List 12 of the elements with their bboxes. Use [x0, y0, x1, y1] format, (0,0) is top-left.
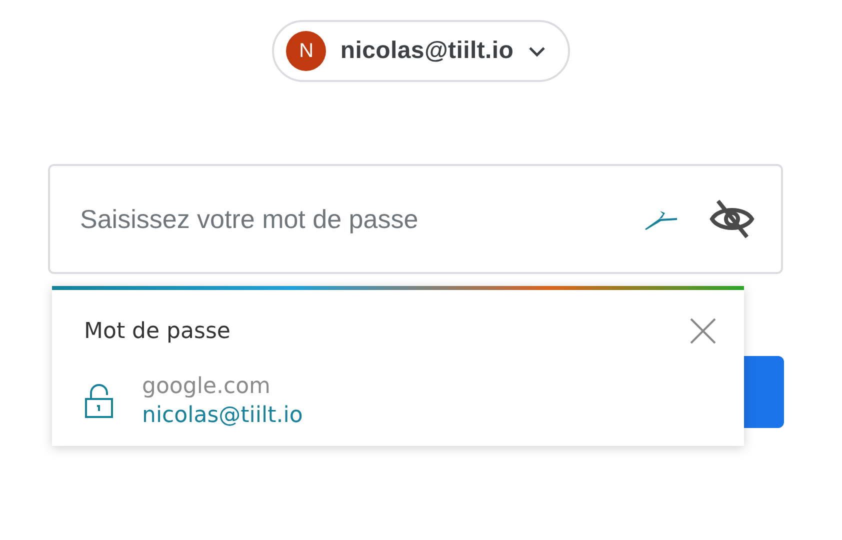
padlock-icon	[84, 383, 114, 419]
chevron-down-icon	[528, 46, 546, 56]
password-field[interactable]: Saisissez votre mot de passe	[48, 164, 783, 274]
account-email: nicolas@tiilt.io	[340, 37, 514, 65]
username: nicolas@tiilt.io	[142, 403, 303, 428]
account-chip[interactable]: N nicolas@tiilt.io	[272, 20, 570, 82]
eye-slash-icon[interactable]	[709, 199, 755, 239]
site-name: google.com	[142, 374, 272, 399]
close-icon[interactable]	[690, 318, 716, 344]
saved-login-item[interactable]: google.com nicolas@tiilt.io	[142, 374, 303, 428]
popup-title: Mot de passe	[84, 318, 230, 344]
avatar: N	[286, 31, 326, 71]
